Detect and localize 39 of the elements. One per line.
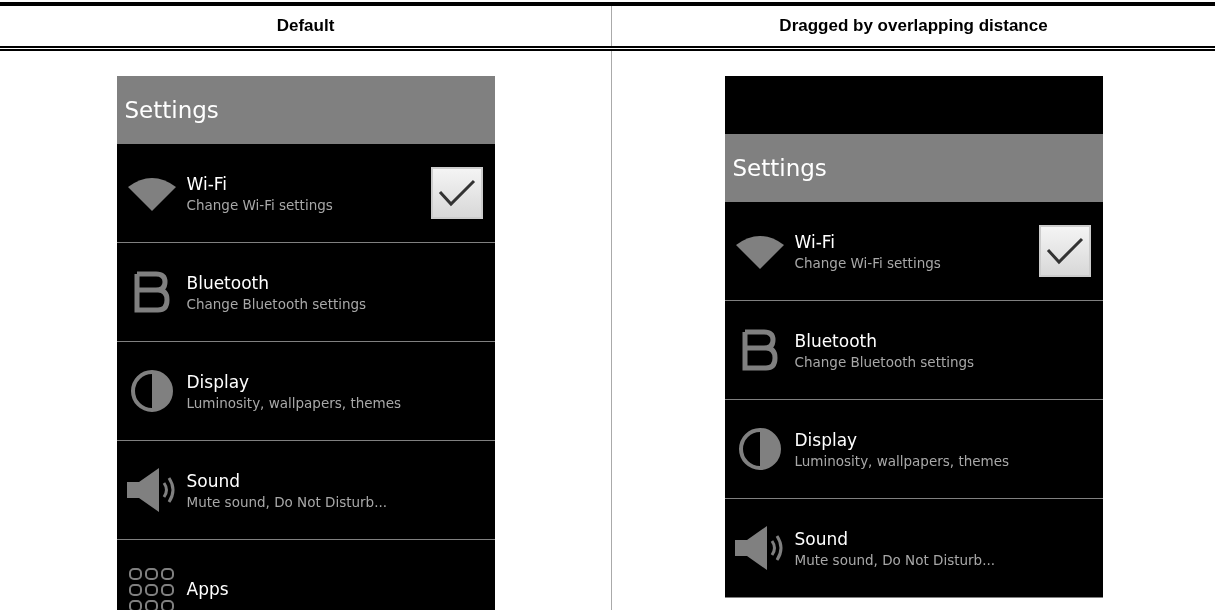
settings-item[interactable]: Display Luminosity, wallpapers, themes — [116, 342, 495, 441]
item-subtitle: Change Bluetooth settings — [794, 353, 976, 370]
item-title: Wi-Fi — [794, 231, 837, 252]
settings-item[interactable]: Bluetooth Change Bluetooth settings — [116, 243, 495, 342]
settings-item[interactable]: Wi-Fi Change Wi-Fi settings — [116, 144, 495, 243]
app-grid-icon — [127, 567, 176, 610]
settings-item[interactable]: Sound Mute sound, Do Not Disturb... — [724, 499, 1103, 598]
checkmark-icon — [1045, 236, 1084, 266]
item-subtitle: Luminosity, wallpapers, themes — [186, 394, 403, 411]
settings-item[interactable]: Wi-Fi Change Wi-Fi settings — [724, 202, 1103, 301]
item-title: Sound — [186, 470, 242, 491]
item-title: Wi-Fi — [186, 173, 229, 194]
checkmark-icon — [437, 178, 476, 208]
item-subtitle: Change Wi-Fi settings — [794, 254, 942, 271]
item-subtitle: Luminosity, wallpapers, themes — [794, 452, 1011, 469]
item-subtitle: Change Bluetooth settings — [186, 295, 368, 312]
screen-title: Settings — [724, 134, 1103, 202]
item-title: Bluetooth — [186, 272, 271, 293]
settings-item[interactable]: Apps — [116, 540, 495, 610]
item-title: Bluetooth — [794, 330, 879, 351]
item-title: Display — [186, 371, 251, 392]
item-title: Display — [794, 429, 859, 450]
item-subtitle: Change Wi-Fi settings — [186, 196, 334, 213]
checkbox[interactable] — [1038, 225, 1091, 277]
column-heading: Default — [275, 15, 336, 37]
letter-b-icon — [133, 271, 170, 313]
item-subtitle: Mute sound, Do Not Disturb... — [186, 493, 389, 510]
item-title: Sound — [794, 528, 850, 549]
contrast-icon — [737, 427, 782, 471]
contrast-icon — [129, 369, 174, 413]
settings-item[interactable]: Bluetooth Change Bluetooth settings — [724, 301, 1103, 400]
settings-item[interactable]: Sound Mute sound, Do Not Disturb... — [116, 441, 495, 540]
item-title: Apps — [186, 579, 230, 599]
checkbox[interactable] — [430, 167, 483, 219]
screen-title: Settings — [116, 76, 495, 144]
column-heading: Dragged by overlapping distance — [611, 6, 1215, 46]
letter-b-icon — [741, 329, 778, 371]
settings-item[interactable]: Display Luminosity, wallpapers, themes — [724, 400, 1103, 499]
item-subtitle: Mute sound, Do Not Disturb... — [794, 551, 997, 568]
